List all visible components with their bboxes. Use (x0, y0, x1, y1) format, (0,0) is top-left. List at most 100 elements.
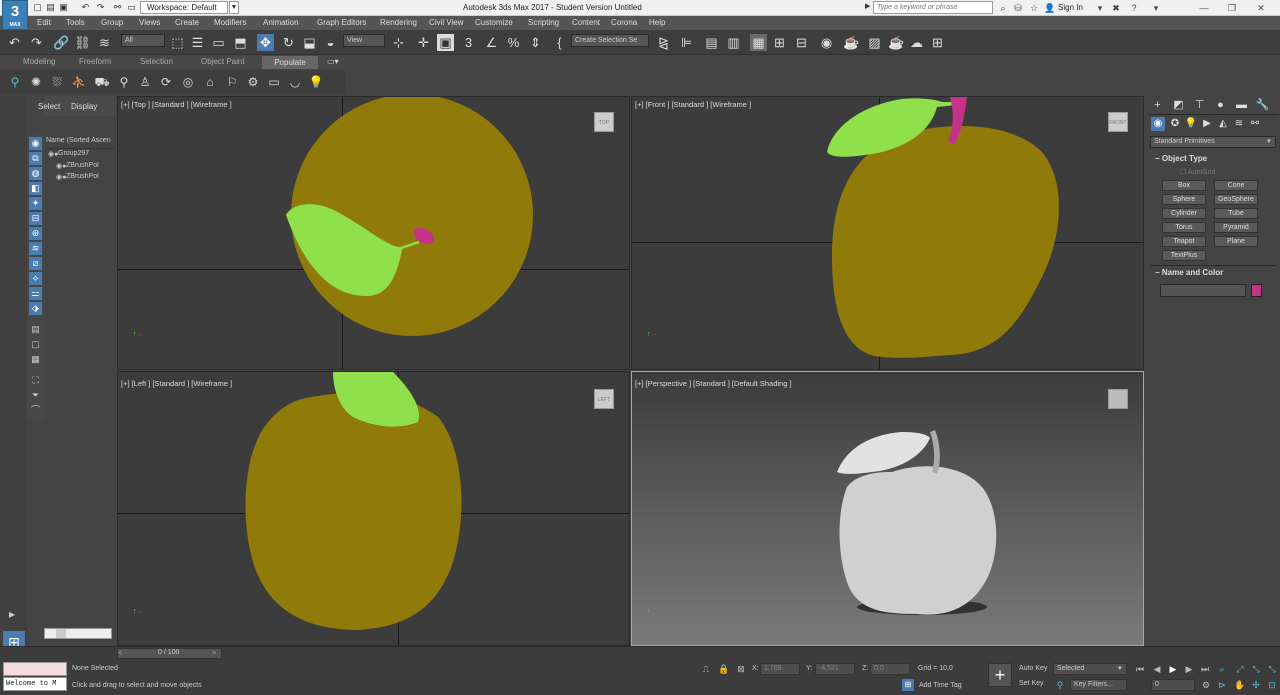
viewport-top[interactable]: [+] [Top ] [Standard ] [Wireframe ] TOP … (117, 96, 630, 370)
torus-button[interactable]: Torus (1162, 222, 1206, 233)
viewport-label[interactable]: [+] [Top ] [Standard ] [Wireframe ] (121, 100, 232, 109)
maxscript-listener-top[interactable] (3, 662, 67, 676)
go-to-start-icon[interactable]: ⏮ (1134, 663, 1146, 675)
sign-in-dropdown-icon[interactable]: ▾ (1094, 2, 1106, 14)
close-icon[interactable]: ✕ (1255, 2, 1267, 14)
display-lights-icon[interactable]: ✦ (29, 197, 42, 210)
search-input[interactable]: Type a keyword or phrase (873, 1, 993, 14)
autogrid-checkbox[interactable]: ☐ AutoGrid (1180, 168, 1215, 176)
save-icon[interactable]: ▣ (58, 2, 69, 13)
scrollbar-thumb[interactable] (56, 629, 66, 638)
viewport-label[interactable]: [+] [Front ] [Standard ] [Wireframe ] (635, 100, 751, 109)
time-tag-icon[interactable]: ⊞ (902, 679, 914, 691)
tube-button[interactable]: Tube (1214, 208, 1258, 219)
mirror-icon[interactable]: ⧎ (655, 34, 672, 51)
display-shapes-icon[interactable]: ◧ (29, 182, 42, 195)
modify-tab-icon[interactable]: ◩ (1171, 98, 1186, 113)
geometry-icon[interactable]: ◉ (1151, 117, 1165, 131)
object-color-swatch[interactable] (1251, 284, 1262, 297)
select-and-manipulate-icon[interactable]: ✛ (415, 34, 432, 51)
tab-populate[interactable]: Populate (262, 56, 318, 69)
dock-expand-icon[interactable]: ▶ (9, 610, 19, 620)
object-name-input[interactable] (1160, 284, 1246, 297)
display-none-icon[interactable]: ◉ (29, 137, 42, 150)
workspace-dropdown[interactable]: Workspace: Default (140, 1, 228, 14)
sign-in-link[interactable]: Sign In (1058, 3, 1083, 12)
light-icon[interactable]: 💡 (308, 74, 324, 90)
select-and-scale-icon[interactable]: ⬓ (301, 34, 318, 51)
cylinder-button[interactable]: Cylinder (1162, 208, 1206, 219)
viewcube-icon[interactable] (1108, 389, 1128, 409)
menu-views[interactable]: Views (139, 18, 160, 27)
percent-snap-icon[interactable]: % (505, 34, 522, 51)
display-groups-icon[interactable]: ⧄ (29, 257, 42, 270)
zoom-icon[interactable]: ⌕ (1216, 663, 1228, 675)
subscription-icon[interactable]: ⛁ (1012, 2, 1024, 14)
help-icon[interactable]: ? (1128, 2, 1140, 14)
teapot-button[interactable]: Teapot (1162, 236, 1206, 247)
menu-create[interactable]: Create (175, 18, 199, 27)
eye-icon[interactable]: ◉● (56, 162, 66, 170)
key-mode-dropdown[interactable]: Selected ▼ (1053, 663, 1127, 675)
hierarchy-tab-icon[interactable]: ⊤ (1192, 98, 1207, 113)
unlink-icon[interactable]: ⛓ (74, 34, 91, 51)
pedestrian-icon[interactable]: ⚲ (116, 74, 132, 90)
viewcube-icon[interactable]: LEFT (594, 389, 614, 409)
redo-icon[interactable]: ↷ (28, 34, 45, 51)
add-time-tag-button[interactable]: Add Time Tag (919, 682, 962, 689)
field-of-view-icon[interactable]: ⊳ (1216, 679, 1228, 691)
name-column-header[interactable]: Name (Sorted Ascen (46, 137, 114, 144)
orbit-icon[interactable]: ✣ (1250, 679, 1262, 691)
time-slider-next-icon[interactable]: > (212, 649, 222, 658)
menu-civil-view[interactable]: Civil View (429, 18, 464, 27)
display-geometry-icon[interactable]: ◍ (29, 167, 42, 180)
cone-button[interactable]: Cone (1214, 180, 1258, 191)
name-and-color-rollout[interactable]: − Name and Color (1155, 268, 1223, 277)
motion-tab-icon[interactable]: ● (1213, 98, 1228, 113)
named-selection-dropdown[interactable]: Create Selection Se (571, 34, 649, 47)
zoom-extents-icon[interactable]: ⤡ (1250, 663, 1262, 675)
menu-graph-editors[interactable]: Graph Editors (317, 18, 366, 27)
viewport-label[interactable]: [+] [Perspective ] [Standard ] [Default … (635, 379, 792, 388)
seat-icon[interactable]: ♙ (137, 74, 153, 90)
eye-icon[interactable]: ◉● (48, 150, 58, 158)
pan-icon[interactable]: ✋ (1234, 679, 1246, 691)
appearance-icon[interactable]: ⚙ (245, 74, 261, 90)
maximize-viewport-icon[interactable]: ⊡ (1266, 679, 1278, 691)
viewcube-icon[interactable]: TOP (594, 112, 614, 132)
use-pivot-point-icon[interactable]: ⊹ (390, 34, 407, 51)
menu-modifiers[interactable]: Modifiers (214, 18, 246, 27)
toggle-scene-explorer-icon[interactable]: ▤ (703, 34, 720, 51)
key-mode-icon[interactable]: ⚲ (1054, 679, 1066, 691)
display-icon[interactable]: ⛹ (71, 74, 87, 90)
scene-tab-display[interactable]: Display (71, 102, 97, 111)
play-icon[interactable]: ▶ (1167, 663, 1179, 675)
auto-key-button[interactable]: Auto Key (1019, 665, 1047, 672)
search-icon[interactable]: ⌕ (997, 2, 1009, 14)
redo-icon[interactable]: ↷ (95, 2, 106, 13)
tab-object-paint[interactable]: Object Paint (201, 57, 245, 66)
list-item[interactable]: Group297 (58, 150, 114, 157)
display-helpers-icon[interactable]: ⊛ (29, 227, 42, 240)
viewport-front[interactable]: [+] [Front ] [Standard ] [Wireframe ] FR… (631, 96, 1144, 370)
align-icon[interactable]: ⊫ (678, 34, 695, 51)
bind-space-warp-icon[interactable]: ≋ (96, 34, 113, 51)
open-icon[interactable]: ▤ (45, 2, 56, 13)
menu-help[interactable]: Help (649, 18, 665, 27)
lights-icon[interactable]: 💡 (1184, 117, 1198, 131)
rendered-frame-window-icon[interactable]: ▨ (866, 34, 883, 51)
new-icon[interactable]: ▢ (32, 2, 43, 13)
edit-selected-icon[interactable]: ⛟ (94, 74, 110, 90)
snaps-toggle-icon[interactable]: 3 (460, 34, 477, 51)
category-dropdown[interactable]: Standard Primitives ▼ (1150, 136, 1276, 148)
edit-named-selection-icon[interactable]: { (551, 34, 568, 51)
render-in-cloud-icon[interactable]: ☁ (908, 34, 925, 51)
set-key-button[interactable]: Set Key (1019, 680, 1044, 687)
undo-icon[interactable]: ↶ (6, 34, 23, 51)
maximize-icon[interactable]: ❐ (1226, 2, 1238, 14)
go-to-end-icon[interactable]: ⏭ (1199, 663, 1211, 675)
window-crossing-icon[interactable]: ⬒ (232, 34, 249, 51)
helpers-icon[interactable]: ◭ (1216, 117, 1230, 131)
y-coordinate-input[interactable]: -4,521 (815, 663, 855, 675)
define-idle-areas-icon[interactable]: ✺ (28, 74, 44, 90)
